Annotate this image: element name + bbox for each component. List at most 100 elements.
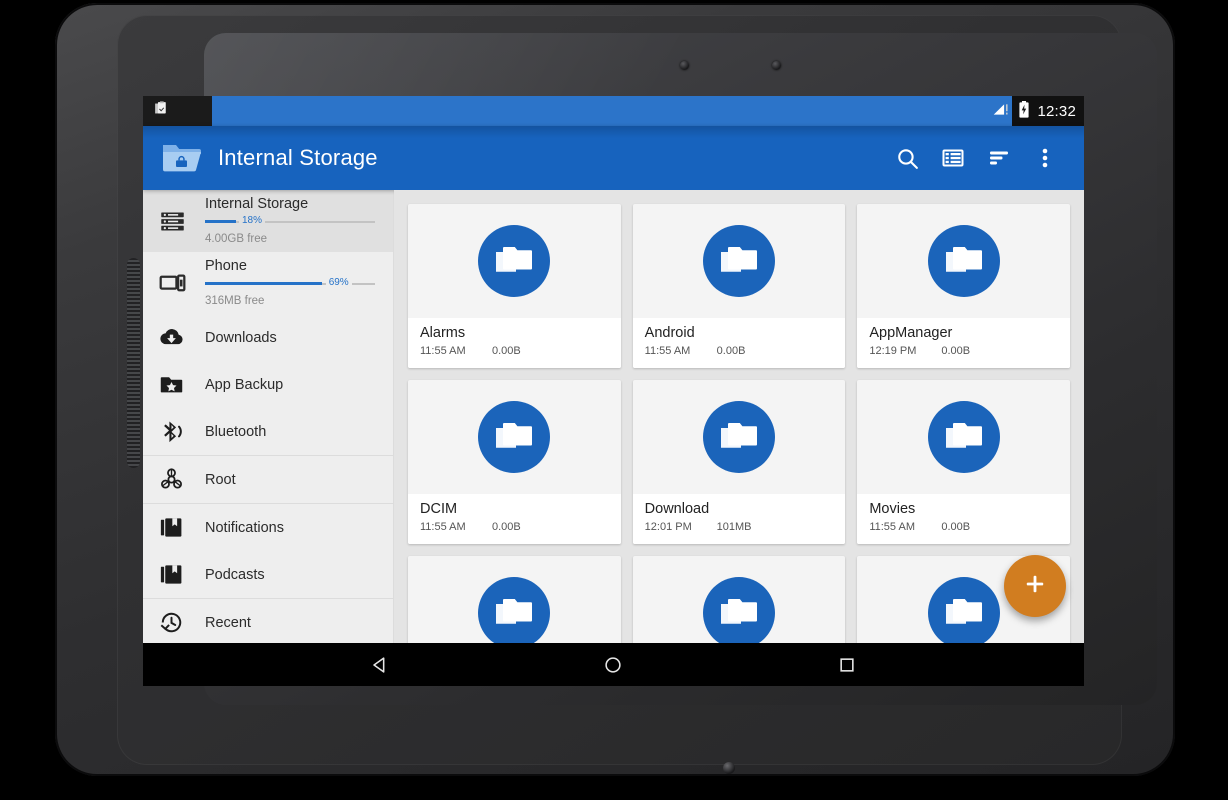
- add-button[interactable]: [1004, 555, 1066, 617]
- sidebar-item-label: Root: [205, 471, 236, 488]
- file-time: 11:55 AM: [644, 345, 691, 357]
- storage-free-label: 4.00GB free: [205, 233, 268, 245]
- file-name: AppManager: [869, 325, 953, 341]
- progress-fill: [205, 282, 323, 285]
- file-thumbnail: [857, 380, 1070, 494]
- sidebar-item-podcasts[interactable]: Podcasts: [143, 551, 393, 598]
- file-grid: Alarms 11:55 AM 0.00B Android 11:55 AM 0…: [408, 204, 1070, 643]
- folder-copy-icon: [702, 577, 775, 643]
- biohazard-icon: [159, 467, 199, 492]
- file-card[interactable]: DCIM 11:55 AM 0.00B: [408, 380, 621, 544]
- sidebar-item-phone[interactable]: Phone 69% 316MB free: [143, 252, 393, 314]
- sidebar-item-label: Podcasts: [205, 566, 265, 583]
- folder-copy-icon: [702, 401, 775, 473]
- folder-copy-icon: [478, 577, 551, 643]
- file-card[interactable]: [408, 556, 621, 643]
- folder-lock-icon[interactable]: [159, 138, 205, 178]
- file-thumbnail: [408, 204, 621, 318]
- sidebar-item-notifications[interactable]: Notifications: [143, 504, 393, 551]
- sidebar-item-label: Downloads: [205, 329, 277, 346]
- folder-copy-icon: [702, 225, 775, 297]
- file-grid-area: Alarms 11:55 AM 0.00B Android 11:55 AM 0…: [394, 190, 1084, 643]
- file-meta: 11:55 AM 0.00B: [420, 521, 613, 533]
- navigation-drawer: Internal Storage 18% 4.00GB free Phone 6…: [143, 190, 394, 643]
- signal-warning-icon: [992, 102, 1011, 121]
- file-card[interactable]: Alarms 11:55 AM 0.00B: [408, 204, 621, 368]
- file-time: 12:19 PM: [869, 345, 917, 357]
- progress-percent-label: 18%: [239, 215, 266, 226]
- library-books-icon: [159, 515, 199, 540]
- file-name: Android: [644, 325, 695, 341]
- file-card[interactable]: Movies 11:55 AM 0.00B: [857, 380, 1070, 544]
- bluetooth-icon: [159, 419, 199, 444]
- speaker-grille-left: [127, 258, 140, 468]
- file-card[interactable]: AppManager 12:19 PM 0.00B: [857, 204, 1070, 368]
- sidebar-item-app-backup[interactable]: App Backup: [143, 361, 393, 408]
- sidebar-item-bluetooth[interactable]: Bluetooth: [143, 408, 393, 455]
- file-info: Download 12:01 PM 101MB: [632, 494, 846, 544]
- search-icon[interactable]: [884, 135, 930, 181]
- file-time: 11:55 AM: [420, 345, 466, 357]
- file-thumbnail: [633, 380, 846, 494]
- sidebar-item-downloads[interactable]: Downloads: [143, 314, 393, 361]
- library-books-icon: [159, 562, 199, 587]
- view-list-icon[interactable]: [930, 135, 976, 181]
- content-area: Internal Storage 18% 4.00GB free Phone 6…: [143, 190, 1084, 643]
- file-meta: 11:55 AM 0.00B: [645, 345, 838, 357]
- file-meta: 12:19 PM 0.00B: [869, 345, 1062, 357]
- storage-icon: [159, 208, 199, 235]
- sort-icon[interactable]: [976, 135, 1022, 181]
- history-icon: [159, 610, 199, 635]
- file-size: 0.00B: [492, 345, 521, 357]
- progress-fill: [205, 220, 236, 223]
- file-meta: 11:55 AM 0.00B: [869, 521, 1062, 533]
- file-card[interactable]: Download 12:01 PM 101MB: [632, 380, 846, 544]
- storage-free-label: 316MB free: [205, 295, 265, 307]
- file-thumbnail: [633, 204, 846, 318]
- file-size: 0.00B: [941, 521, 971, 533]
- sidebar-item-label: Notifications: [205, 519, 284, 536]
- back-triangle-icon[interactable]: [354, 643, 406, 686]
- file-name: Movies: [869, 501, 916, 517]
- device-screen: 12:32 Internal Storage Internal Storage …: [143, 96, 1084, 686]
- battery-charging-icon: [1018, 100, 1030, 122]
- cloud-download-icon: [159, 325, 199, 350]
- sidebar-item-recent[interactable]: Recent: [143, 599, 393, 643]
- front-camera-icon: [680, 61, 689, 70]
- app-bar: Internal Storage: [143, 126, 1084, 190]
- folder-star-icon: [159, 372, 199, 397]
- file-meta: 12:01 PM 101MB: [645, 521, 838, 533]
- progress-percent-label: 69%: [325, 277, 352, 288]
- home-indicator-dot: [723, 762, 735, 774]
- status-bar-clock: 12:32: [1037, 102, 1076, 120]
- storage-progress-bar: 69%: [205, 277, 375, 289]
- folder-copy-icon: [927, 401, 1000, 473]
- storage-progress-bar: 18%: [205, 215, 375, 227]
- overflow-menu-icon[interactable]: [1022, 135, 1068, 181]
- storage-label: Phone: [205, 258, 247, 274]
- system-navigation-bar: [143, 643, 1084, 686]
- sensor-dot-icon: [772, 61, 781, 70]
- folder-copy-icon: [927, 577, 1000, 643]
- folder-copy-icon: [478, 401, 551, 473]
- sidebar-item-label: Recent: [205, 614, 251, 631]
- folder-copy-icon: [478, 225, 551, 297]
- file-size: 101MB: [716, 521, 752, 533]
- home-circle-icon[interactable]: [587, 643, 639, 686]
- file-info: Alarms 11:55 AM 0.00B: [408, 318, 621, 368]
- file-time: 11:55 AM: [420, 521, 466, 533]
- file-info: Movies 11:55 AM 0.00B: [857, 494, 1070, 544]
- recents-square-icon[interactable]: [821, 643, 873, 686]
- clipboard-check-icon: [153, 100, 170, 122]
- status-bar: 12:32: [143, 96, 1084, 126]
- sidebar-item-internal-storage[interactable]: Internal Storage 18% 4.00GB free: [143, 190, 393, 252]
- file-name: Download: [644, 501, 710, 517]
- storage-label: Internal Storage: [205, 196, 309, 212]
- sidebar-item-root[interactable]: Root: [143, 456, 393, 503]
- file-card[interactable]: Android 11:55 AM 0.00B: [632, 204, 846, 368]
- sidebar-item-label: App Backup: [205, 376, 284, 393]
- file-card[interactable]: [632, 556, 846, 643]
- file-name: DCIM: [420, 501, 458, 517]
- file-info: AppManager 12:19 PM 0.00B: [857, 318, 1070, 368]
- status-bar-notifications: [153, 100, 170, 122]
